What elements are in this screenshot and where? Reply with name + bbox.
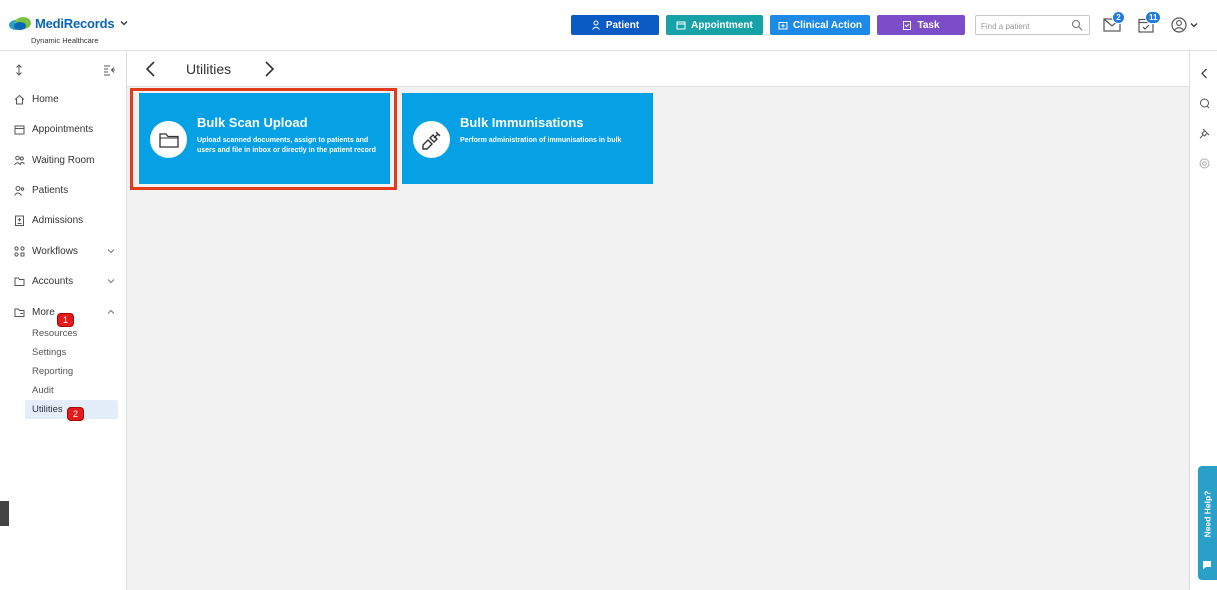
chat-bubble-icon[interactable] (1199, 98, 1210, 109)
new-patient-label: Patient (605, 19, 640, 31)
chevron-down-icon (107, 249, 115, 254)
side-drawer-handle[interactable] (0, 501, 9, 526)
folder-icon (14, 277, 25, 286)
resize-vertical-icon[interactable] (14, 64, 24, 76)
sidebar-toolbar (14, 64, 115, 78)
sidebar-item-appointments[interactable]: Appointments (14, 121, 117, 137)
card-description: Upload scanned documents, assign to pati… (197, 137, 376, 154)
card-title: Bulk Scan Upload (197, 115, 308, 130)
sidebar-item-home[interactable]: Home (14, 91, 117, 107)
sidebar-item-label: Accounts (32, 275, 74, 287)
hospital-icon (15, 215, 24, 226)
sidebar-item-label: Waiting Room (32, 154, 95, 166)
chevron-down-icon (1190, 23, 1198, 28)
sidebar-item-label: Workflows (32, 245, 78, 257)
sidebar-subitem-audit[interactable]: Audit (32, 385, 54, 396)
sidebar-subitem-reporting[interactable]: Reporting (32, 366, 73, 377)
new-task-label: Task (917, 19, 940, 31)
card-description: Perform administration of immunisations … (460, 137, 622, 144)
chevron-left-icon[interactable] (145, 61, 157, 77)
sidebar-subitem-resources[interactable]: Resources (32, 328, 77, 339)
mail-count-badge: 2 (1112, 11, 1125, 24)
clinical-action-button[interactable]: Clinical Action (770, 15, 870, 35)
sidebar-subitem-settings[interactable]: Settings (32, 347, 66, 358)
sidebar-item-patients[interactable]: Patients (14, 182, 117, 198)
new-appointment-label: Appointment (691, 19, 753, 31)
patient-search-input[interactable] (976, 17, 1064, 36)
sidebar-item-label: More (32, 306, 55, 318)
brand-name: MediRecords (35, 15, 115, 31)
chevron-up-icon (107, 309, 115, 314)
sidebar-item-label: Admissions (32, 214, 84, 226)
step-marker-1: 1 (57, 313, 74, 327)
card-icon-circle (413, 121, 450, 158)
clinical-action-label: Clinical Action (792, 19, 863, 31)
syringe-icon (421, 131, 440, 150)
new-patient-button[interactable]: Patient (571, 15, 659, 35)
chevron-down-icon (120, 21, 128, 26)
user-menu[interactable] (1171, 16, 1201, 34)
user-icon (591, 20, 600, 30)
page-title: Utilities (186, 61, 232, 77)
sidebar-item-workflows[interactable]: Workflows (14, 243, 117, 259)
brand-logo[interactable]: MediRecords (8, 15, 128, 31)
patients-icon (14, 185, 25, 196)
new-appointment-button[interactable]: Appointment (666, 15, 763, 35)
brand-cloud-icon (9, 17, 31, 30)
pin-icon[interactable] (1199, 128, 1210, 139)
task-count-badge: 11 (1145, 11, 1162, 24)
card-icon-circle (150, 121, 187, 158)
card-title: Bulk Immunisations (460, 115, 584, 130)
sidebar-item-label: Patients (32, 184, 69, 196)
workflow-icon (14, 245, 25, 257)
calendar-icon (676, 21, 686, 30)
user-avatar-icon (1171, 17, 1187, 33)
brand-subtitle: Dynamic Healthcare (31, 36, 99, 45)
sidebar-item-label: Home (32, 93, 59, 105)
calendar-icon (14, 125, 25, 134)
need-help-label: Need Help? (1202, 490, 1213, 538)
need-help-label-wrap: Need Help? (1199, 474, 1215, 554)
new-task-button[interactable]: Task (877, 15, 965, 35)
app-header: MediRecords Dynamic Healthcare Patient A… (0, 0, 1217, 51)
bulk-immunisations-card[interactable]: Bulk Immunisations Perform administratio… (402, 93, 653, 184)
medical-kit-icon (778, 22, 788, 30)
sidebar-item-waiting-room[interactable]: Waiting Room (14, 152, 117, 168)
chevron-left-icon[interactable] (1199, 68, 1210, 79)
sidebar-item-label: Appointments (32, 123, 94, 135)
help-chat-icon[interactable] (1202, 560, 1212, 570)
folder-icon (158, 132, 179, 148)
chevron-right-icon[interactable] (263, 61, 275, 77)
page-toolbar: Utilities (127, 51, 1189, 87)
collapse-sidebar-icon[interactable] (103, 64, 115, 76)
patient-search (975, 15, 1090, 36)
chevron-down-icon (107, 279, 115, 284)
clipboard-icon (903, 21, 912, 30)
bulk-scan-upload-card[interactable]: Bulk Scan Upload Upload scanned document… (139, 93, 390, 184)
at-sign-icon[interactable] (1199, 158, 1210, 169)
search-icon[interactable] (1071, 19, 1083, 31)
people-icon (14, 155, 25, 165)
sidebar-item-admissions[interactable]: Admissions (14, 212, 117, 228)
home-icon (14, 94, 25, 104)
sidebar-item-accounts[interactable]: Accounts (14, 273, 117, 289)
more-icon (14, 308, 25, 317)
step-marker-2: 2 (67, 407, 84, 421)
